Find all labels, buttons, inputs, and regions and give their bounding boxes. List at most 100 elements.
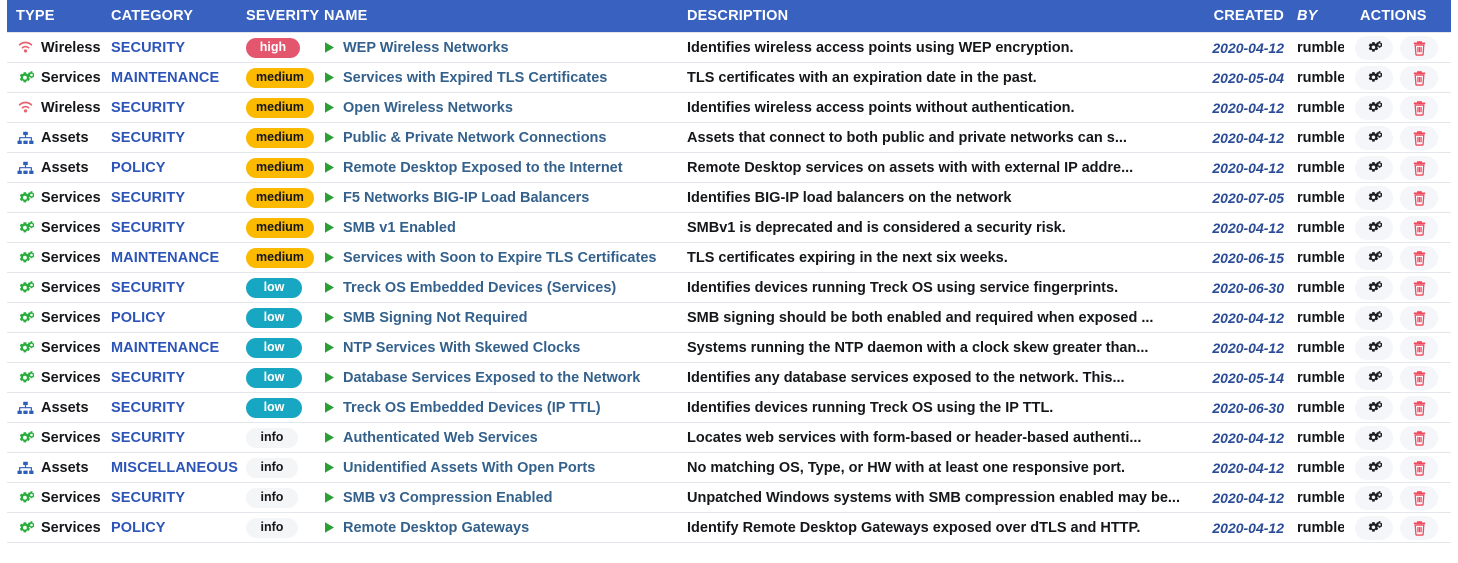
table-row[interactable]: Services MAINTENANCE low NTP Services With … xyxy=(7,332,1451,363)
goal-name-link[interactable]: F5 Networks BIG-IP Load Balancers xyxy=(343,190,589,206)
category-link[interactable]: MAINTENANCE xyxy=(111,70,219,86)
goal-name-link[interactable]: NTP Services With Skewed Clocks xyxy=(343,340,580,356)
delete-button[interactable] xyxy=(1400,455,1438,480)
goal-name-link[interactable]: Services with Expired TLS Certificates xyxy=(343,70,607,86)
category-link[interactable]: SECURITY xyxy=(111,490,185,506)
table-row[interactable]: Services SECURITY medium F5 Networks BIG-IP… xyxy=(7,182,1451,213)
table-row[interactable]: Services POLICY low SMB Signing Not Require… xyxy=(7,302,1451,333)
play-triangle-icon[interactable] xyxy=(324,371,335,384)
delete-button[interactable] xyxy=(1400,515,1438,540)
column-header-created[interactable]: CREATED xyxy=(1187,0,1284,33)
goal-name-link[interactable]: Public & Private Network Connections xyxy=(343,130,606,146)
play-triangle-icon[interactable] xyxy=(324,341,335,354)
play-triangle-icon[interactable] xyxy=(324,311,335,324)
play-triangle-icon[interactable] xyxy=(324,221,335,234)
delete-button[interactable] xyxy=(1400,335,1438,360)
category-link[interactable]: SECURITY xyxy=(111,430,185,446)
goal-name-link[interactable]: Open Wireless Networks xyxy=(343,100,513,116)
goal-name-link[interactable]: Treck OS Embedded Devices (Services) xyxy=(343,280,616,296)
table-row[interactable]: Assets MISCELLANEOUS info Unidentified Asse… xyxy=(7,452,1451,483)
delete-button[interactable] xyxy=(1400,245,1438,270)
category-link[interactable]: MAINTENANCE xyxy=(111,340,219,356)
table-row[interactable]: Services MAINTENANCE medium Services with E… xyxy=(7,62,1451,93)
configure-button[interactable] xyxy=(1355,365,1393,390)
table-row[interactable]: Services SECURITY info SMB v3 Compression E… xyxy=(7,482,1451,513)
delete-button[interactable] xyxy=(1400,125,1438,150)
goal-name-link[interactable]: Database Services Exposed to the Network xyxy=(343,370,640,386)
category-link[interactable]: POLICY xyxy=(111,520,166,536)
goal-name-link[interactable]: Authenticated Web Services xyxy=(343,430,538,446)
delete-button[interactable] xyxy=(1400,365,1438,390)
configure-button[interactable] xyxy=(1355,185,1393,210)
goal-name-link[interactable]: Services with Soon to Expire TLS Certifi… xyxy=(343,250,656,266)
play-triangle-icon[interactable] xyxy=(324,71,335,84)
play-triangle-icon[interactable] xyxy=(324,401,335,414)
goal-name-link[interactable]: SMB v3 Compression Enabled xyxy=(343,490,553,506)
delete-button[interactable] xyxy=(1400,35,1438,60)
category-link[interactable]: SECURITY xyxy=(111,130,185,146)
play-triangle-icon[interactable] xyxy=(324,491,335,504)
table-row[interactable]: Services MAINTENANCE medium Services with S… xyxy=(7,242,1451,273)
configure-button[interactable] xyxy=(1355,395,1393,420)
column-header-name[interactable]: NAME xyxy=(324,0,687,33)
play-triangle-icon[interactable] xyxy=(324,191,335,204)
play-triangle-icon[interactable] xyxy=(324,101,335,114)
play-triangle-icon[interactable] xyxy=(324,461,335,474)
configure-button[interactable] xyxy=(1355,335,1393,360)
play-triangle-icon[interactable] xyxy=(324,161,335,174)
goal-name-link[interactable]: Remote Desktop Exposed to the Internet xyxy=(343,160,623,176)
delete-button[interactable] xyxy=(1400,185,1438,210)
table-row[interactable]: Wireless SECURITY medium Open Wireless Netw… xyxy=(7,92,1451,123)
delete-button[interactable] xyxy=(1400,305,1438,330)
goal-name-link[interactable]: SMB v1 Enabled xyxy=(343,220,456,236)
delete-button[interactable] xyxy=(1400,65,1438,90)
configure-button[interactable] xyxy=(1355,125,1393,150)
category-link[interactable]: POLICY xyxy=(111,160,166,176)
configure-button[interactable] xyxy=(1355,515,1393,540)
category-link[interactable]: SECURITY xyxy=(111,100,185,116)
table-row[interactable]: Services SECURITY low Treck OS Embedded Dev… xyxy=(7,272,1451,303)
configure-button[interactable] xyxy=(1355,35,1393,60)
goal-name-link[interactable]: Treck OS Embedded Devices (IP TTL) xyxy=(343,400,601,416)
table-row[interactable]: Assets POLICY medium Remote Desktop Exposed… xyxy=(7,152,1451,183)
goal-name-link[interactable]: SMB Signing Not Required xyxy=(343,310,527,326)
category-link[interactable]: MAINTENANCE xyxy=(111,250,219,266)
play-triangle-icon[interactable] xyxy=(324,431,335,444)
configure-button[interactable] xyxy=(1355,245,1393,270)
table-row[interactable]: Services SECURITY low Database Services Exp… xyxy=(7,362,1451,393)
column-header-category[interactable]: CATEGORY xyxy=(111,0,246,33)
category-link[interactable]: POLICY xyxy=(111,310,166,326)
configure-button[interactable] xyxy=(1355,65,1393,90)
play-triangle-icon[interactable] xyxy=(324,281,335,294)
configure-button[interactable] xyxy=(1355,485,1393,510)
category-link[interactable]: SECURITY xyxy=(111,280,185,296)
configure-button[interactable] xyxy=(1355,305,1393,330)
category-link[interactable]: SECURITY xyxy=(111,370,185,386)
delete-button[interactable] xyxy=(1400,275,1438,300)
table-row[interactable]: Assets SECURITY low Treck OS Embedded Devic… xyxy=(7,392,1451,423)
goal-name-link[interactable]: WEP Wireless Networks xyxy=(343,40,509,56)
column-header-type[interactable]: TYPE xyxy=(7,0,111,33)
configure-button[interactable] xyxy=(1355,425,1393,450)
category-link[interactable]: MISCELLANEOUS xyxy=(111,460,238,476)
configure-button[interactable] xyxy=(1355,215,1393,240)
table-row[interactable]: Services SECURITY info Authenticated Web Se… xyxy=(7,422,1451,453)
column-header-by[interactable]: BY xyxy=(1284,0,1344,33)
table-row[interactable]: Services POLICY info Remote Desktop Gateway… xyxy=(7,512,1451,543)
goal-name-link[interactable]: Unidentified Assets With Open Ports xyxy=(343,460,595,476)
configure-button[interactable] xyxy=(1355,455,1393,480)
delete-button[interactable] xyxy=(1400,215,1438,240)
delete-button[interactable] xyxy=(1400,95,1438,120)
table-row[interactable]: Services SECURITY medium SMB v1 Enabled SMBv… xyxy=(7,212,1451,243)
column-header-severity[interactable]: SEVERITY xyxy=(246,0,324,33)
delete-button[interactable] xyxy=(1400,395,1438,420)
configure-button[interactable] xyxy=(1355,95,1393,120)
category-link[interactable]: SECURITY xyxy=(111,40,185,56)
table-row[interactable]: Wireless SECURITY high WEP Wireless Network… xyxy=(7,32,1451,63)
play-triangle-icon[interactable] xyxy=(324,41,335,54)
column-header-description[interactable]: DESCRIPTION xyxy=(687,0,1187,33)
configure-button[interactable] xyxy=(1355,275,1393,300)
delete-button[interactable] xyxy=(1400,155,1438,180)
category-link[interactable]: SECURITY xyxy=(111,190,185,206)
configure-button[interactable] xyxy=(1355,155,1393,180)
